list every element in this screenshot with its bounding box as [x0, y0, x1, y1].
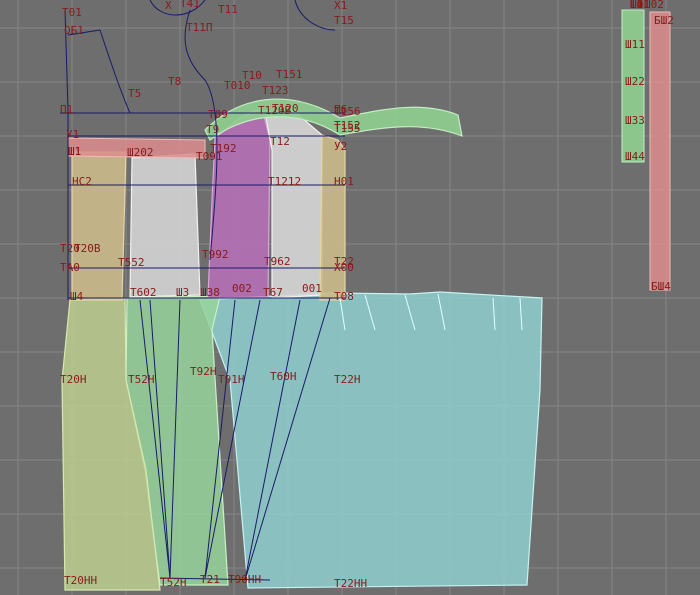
point-label: Т12: [270, 135, 290, 148]
point-label: Х00: [334, 261, 354, 274]
point-label: Т10: [242, 69, 262, 82]
pattern-canvas[interactable]: Т01ОБ1Х Т41 Т11 Х1Т15Т11ПТ5Т8 Т010Т10 Т151Т12…: [0, 0, 700, 595]
point-label: БШ4: [651, 280, 671, 293]
point-label: Н01: [334, 175, 354, 188]
point-label: Т120: [272, 102, 299, 115]
point-label: Т22НН: [334, 577, 367, 590]
point-label: Ш11: [625, 38, 645, 51]
point-label: Т09: [208, 108, 228, 121]
point-label: Т92Н: [190, 365, 217, 378]
point-label: Т152: [334, 119, 361, 132]
point-label: 001: [302, 282, 322, 295]
point-label: П1: [60, 103, 73, 116]
point-label: Т08: [334, 290, 354, 303]
point-label: Т962: [264, 255, 291, 268]
point-label: Т91Н: [218, 373, 245, 386]
point-label: Т156: [334, 105, 361, 118]
point-label: Ш4: [70, 290, 84, 303]
point-label: Х1: [334, 0, 347, 12]
point-label: ОБ1: [64, 24, 84, 37]
point-label: Ш33: [625, 114, 645, 127]
point-label: Т151: [276, 68, 303, 81]
point-label: Т01: [62, 6, 82, 19]
point-label: Ш38: [200, 286, 220, 299]
point-label: Т9: [206, 123, 219, 136]
point-label: Т123: [262, 84, 289, 97]
point-label: ТА0: [60, 261, 80, 274]
point-label: Т8: [168, 75, 181, 88]
point-label: Т20В: [74, 242, 101, 255]
point-label: Т552: [118, 256, 145, 269]
point-label: 002: [232, 282, 252, 295]
strip-red-right[interactable]: [649, 11, 671, 291]
point-label: Ш02: [644, 0, 664, 11]
point-label: НС2: [72, 175, 92, 188]
skirt-back-piece[interactable]: [199, 291, 543, 589]
point-label: Т992: [202, 248, 229, 261]
point-label: Т602: [130, 286, 157, 299]
point-label: У2: [334, 140, 347, 153]
point-label: Т11П: [186, 21, 213, 34]
bodice-white-1[interactable]: [129, 153, 201, 298]
point-label: У1: [66, 128, 79, 141]
point-label: Ш44: [625, 150, 645, 163]
point-label: Т60Н: [270, 370, 297, 383]
point-label: Т11: [218, 3, 238, 16]
point-label: Ш202: [127, 146, 154, 159]
point-label: Т15: [334, 14, 354, 27]
point-label: Т52Н: [160, 576, 187, 589]
bodice-yellow-right[interactable]: [319, 134, 346, 301]
point-label: Т22Н: [334, 373, 361, 386]
point-label: Ш3: [176, 286, 189, 299]
point-label: Ш1: [68, 145, 81, 158]
point-label: Т20Н: [60, 373, 87, 386]
point-label: Т90НН: [228, 573, 261, 586]
point-label: Т091: [196, 150, 223, 163]
point-label: Т67: [263, 286, 283, 299]
point-label: Т5: [128, 87, 141, 100]
point-label: БШ2: [654, 14, 674, 27]
point-label: Ш22: [625, 75, 645, 88]
point-label: Х: [165, 0, 172, 12]
point-label: Т20НН: [64, 574, 97, 587]
point-label: Т21: [200, 573, 220, 586]
point-label: Т41: [180, 0, 200, 10]
point-label: Т1212: [268, 175, 301, 188]
point-label: Т52Н: [128, 373, 155, 386]
